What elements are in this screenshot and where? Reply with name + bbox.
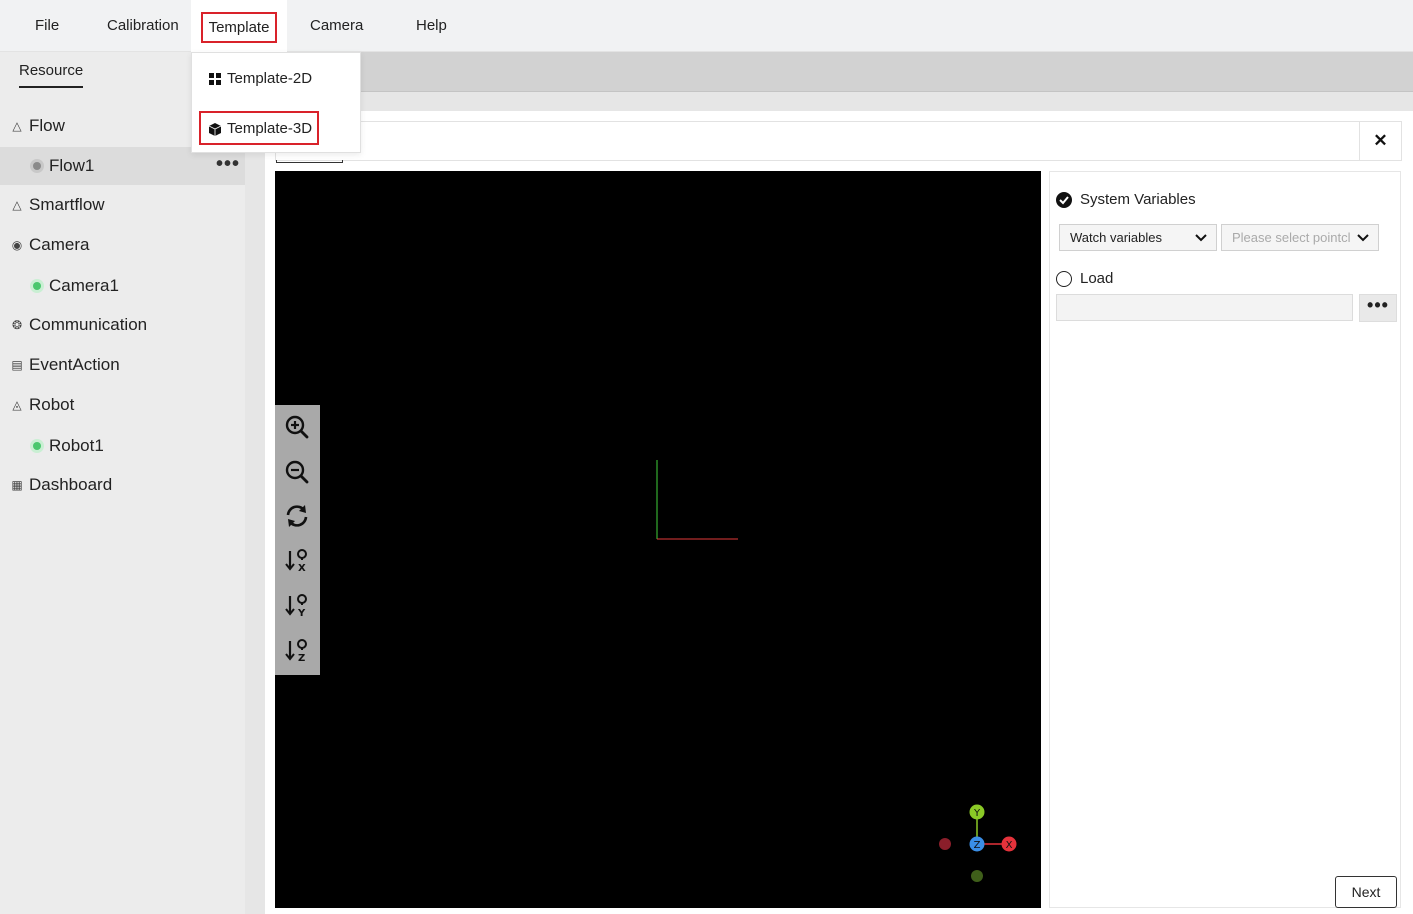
menu-calibration[interactable]: Calibration [107,0,179,52]
tree-item-label: Dashboard [29,475,113,494]
3d-viewer[interactable]: X Y Z Y X Z [275,171,1041,908]
settings-panel: System Variables Watch variables Please … [1049,171,1401,908]
tree-item-label: Flow1 [49,156,95,175]
z-axis-label: Z [974,840,981,851]
neg-x-axis-dot[interactable] [939,838,951,850]
menu-item-template-2d[interactable]: Template-2D [192,59,360,99]
menu-template-highlight: Template [201,12,277,43]
neg-y-axis-dot[interactable] [971,870,983,882]
menu-help[interactable]: Help [416,0,447,52]
view-x-icon[interactable]: X [283,546,311,574]
sidebar: Resource △ Flow Flow1 ••• △ Smartflow ◉ … [0,52,245,914]
camera-icon: ◉ [11,238,23,252]
chevron-down-icon [1195,234,1207,242]
flow-icon: △ [12,119,22,133]
load-radio[interactable] [1056,271,1072,287]
tree-item-label: Communication [29,315,148,334]
system-variables-label: System Variables [1080,191,1196,208]
browse-button[interactable]: ••• [1359,294,1397,322]
tree-item-label: Camera [29,235,90,254]
svg-text:Y: Y [297,608,306,619]
panel-header: ✕ [275,121,1402,163]
tree-item-camera[interactable]: ◉ Camera [0,226,245,264]
template-3d-highlight [199,111,319,145]
watch-variables-select[interactable]: Watch variables [1059,224,1217,251]
smartflow-icon: △ [12,198,22,212]
tree-item-label: Smartflow [29,195,105,214]
status-dot-gray [30,159,44,173]
x-axis-label: X [1006,840,1013,851]
main-area: ✕ X Y Z Y X Z System Variables Watch var… [245,52,1413,914]
next-button[interactable]: Next [1335,876,1397,908]
app-window: File Calibration Template Camera Help Re… [0,0,1413,914]
viewer-toolbar: X Y Z [275,405,320,675]
view-y-icon[interactable]: Y [283,591,311,619]
axis-gizmo[interactable]: Y X Z [931,799,1031,889]
dashboard-icon: ▦ [11,478,23,492]
load-path-input[interactable] [1056,294,1353,321]
menu-template[interactable]: Template [191,0,287,52]
tree-item-robot[interactable]: ◬ Robot [0,386,245,424]
template-dropdown: Template-2D Template-3D [191,52,361,153]
menu-camera[interactable]: Camera [310,0,363,52]
menu-calibration-label: Calibration [107,17,179,34]
tab-strip [245,52,1413,92]
robot-icon: ◬ [12,398,22,412]
reset-view-icon[interactable] [283,502,311,530]
status-dot-green [30,279,44,293]
tree-item-label: Robot [29,395,75,414]
view-z-icon[interactable]: Z [283,636,311,664]
close-button[interactable]: ✕ [1359,122,1401,160]
menu-bar: File Calibration Template Camera Help [0,0,1413,52]
menu-help-label: Help [416,17,447,34]
chevron-down-icon [1357,234,1369,242]
zoom-out-icon[interactable] [283,458,311,486]
communication-icon: ❂ [11,318,23,332]
svg-text:X: X [298,563,306,574]
menu-file-label: File [35,17,60,34]
y-axis-label: Y [973,808,981,819]
tree-item-communication[interactable]: ❂ Communication [0,306,245,344]
viewer-canvas [656,460,738,540]
tree-item-robot1[interactable]: Robot1 [0,427,245,465]
menu-file[interactable]: File [35,0,59,52]
load-label: Load [1080,270,1114,287]
menu-camera-label: Camera [310,17,364,34]
tree-item-label: Flow [29,116,65,135]
tree-item-label: EventAction [29,355,120,374]
watch-variables-value: Watch variables [1070,230,1162,245]
grid-icon [209,73,221,85]
tree-item-camera1[interactable]: Camera1 [0,267,245,305]
tree-item-dashboard[interactable]: ▦ Dashboard [0,466,245,504]
status-dot-green [30,439,44,453]
zoom-in-icon[interactable] [283,413,311,441]
svg-text:Z: Z [298,653,305,664]
tree-item-smartflow[interactable]: △ Smartflow [0,186,245,224]
pointcloud-select[interactable]: Please select pointcl [1221,224,1379,251]
menu-item-label: Template-2D [227,70,313,87]
panel-tab[interactable] [276,160,343,163]
tab-resource[interactable]: Resource [19,62,84,88]
menu-template-label: Template [208,19,270,36]
tree-item-label: Camera1 [49,276,119,295]
check-circle-icon[interactable] [1056,192,1072,208]
eventaction-icon: ▤ [11,358,23,372]
tree-item-label: Robot1 [49,436,104,455]
tree-item-eventaction[interactable]: ▤ EventAction [0,346,245,384]
pointcloud-placeholder: Please select pointcl [1232,230,1351,245]
